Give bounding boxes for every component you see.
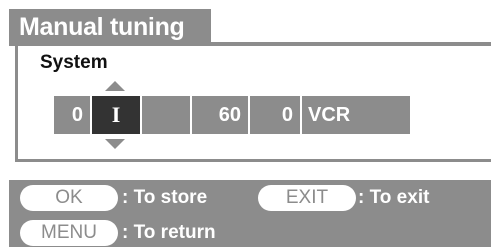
exit-button[interactable]: EXIT: [258, 185, 356, 211]
ok-button[interactable]: OK: [20, 185, 118, 211]
field-4[interactable]: 60: [192, 96, 248, 134]
field-2-selected[interactable]: I: [92, 96, 140, 134]
menu-button[interactable]: MENU: [20, 220, 118, 246]
down-arrow-icon[interactable]: [105, 139, 125, 149]
ok-hint: : To store: [122, 187, 208, 208]
exit-hint: : To exit: [358, 187, 430, 208]
menu-hint: : To return: [122, 222, 216, 243]
field-5[interactable]: 0: [250, 96, 300, 134]
menu-title: Manual tuning: [9, 9, 211, 45]
field-6[interactable]: VCR: [302, 96, 410, 134]
field-1[interactable]: 0: [54, 96, 90, 134]
up-arrow-icon[interactable]: [105, 81, 125, 91]
field-3[interactable]: [142, 96, 190, 134]
system-label: System: [40, 52, 108, 73]
